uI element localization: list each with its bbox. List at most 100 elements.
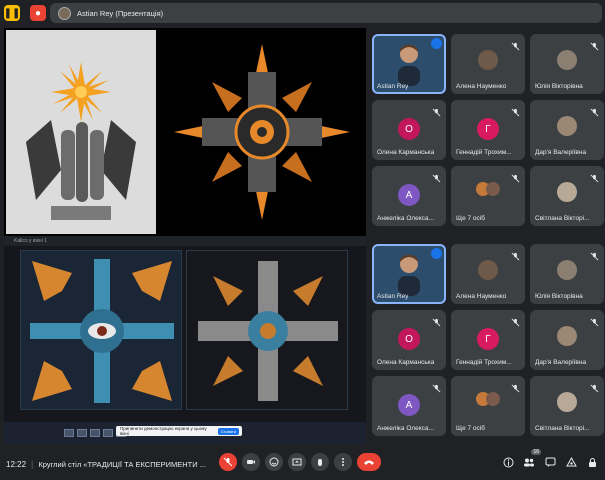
task-thumbnail[interactable] <box>90 429 100 437</box>
mic-off-icon <box>590 314 599 327</box>
mic-off-icon <box>432 104 441 117</box>
participant-tile[interactable]: Світлана Вікторі... <box>530 166 604 226</box>
mic-off-icon[interactable] <box>219 453 237 471</box>
presenter-label: Astian Rey (Презентація) <box>77 8 164 18</box>
mic-off-icon <box>590 38 599 51</box>
participant-tile[interactable]: Світлана Вікторі... <box>530 376 604 436</box>
hand-icon[interactable] <box>311 453 329 471</box>
participant-tile[interactable]: Дар'я Валеріївна <box>530 100 604 160</box>
participant-name: Astian Rey <box>377 83 409 90</box>
participant-name: Дар'я Валеріївна <box>535 359 587 366</box>
task-thumbnail[interactable] <box>77 429 87 437</box>
participant-name: Ще 7 осіб <box>456 425 485 432</box>
mic-off-icon <box>511 380 520 393</box>
participant-name: Дар'я Валеріївна <box>535 149 587 156</box>
mic-off-icon <box>432 380 441 393</box>
stop-recording-icon[interactable]: ● <box>30 5 46 21</box>
mic-off-icon <box>511 314 520 327</box>
participant-tile[interactable]: Astian Rey <box>372 244 446 304</box>
slide-top <box>4 28 366 234</box>
avatar <box>58 6 71 20</box>
sculpture-photo <box>6 30 156 234</box>
participant-tile[interactable]: Юлія Вікторівна <box>530 244 604 304</box>
chat-icon[interactable] <box>543 455 557 469</box>
participant-tile[interactable]: А Анжеліка Олекса... <box>372 376 446 436</box>
mandala-blue-panel <box>20 250 182 410</box>
present-icon[interactable] <box>288 453 306 471</box>
presenter-banner[interactable]: Astian Rey (Презентація) <box>50 3 602 23</box>
shared-screen: Kalico у вікні 1 Припинити демонстрацію … <box>4 236 366 444</box>
participant-name: Алена Науменко <box>456 293 507 300</box>
speaking-icon <box>431 248 442 259</box>
emoji-icon[interactable] <box>265 453 283 471</box>
notification-text: Припинити демонстрацію екрана у цьому ві… <box>120 426 207 436</box>
participant-name: Алена Науменко <box>456 83 507 90</box>
mandala-artwork <box>172 42 352 222</box>
top-bar: ❚❚ ● Astian Rey (Презентація) <box>0 0 605 26</box>
avatar: Г <box>477 328 499 350</box>
camera-icon[interactable] <box>242 453 260 471</box>
avatar <box>557 260 577 280</box>
meeting-title: Круглий стіл «ТРАДИЦІЇ ТА ЕКСПЕРИМЕНТИ .… <box>38 459 206 469</box>
mandala-gray-panel <box>186 250 348 410</box>
participant-name: Astian Rey <box>377 293 409 300</box>
task-thumbnail[interactable] <box>64 429 74 437</box>
avatar <box>557 182 577 202</box>
avatar <box>557 392 577 412</box>
participant-tile[interactable]: Г Геннадій Трохим... <box>451 100 525 160</box>
clock: 12:22 <box>6 459 27 469</box>
participants-count: 16 <box>531 449 541 455</box>
window-titlebar: Kalico у вікні 1 <box>4 236 366 246</box>
participant-name: Анжеліка Олекса... <box>377 425 434 432</box>
participant-video <box>398 44 420 86</box>
avatar <box>478 260 498 280</box>
participant-name: Ще 7 осіб <box>456 215 485 222</box>
participant-name: Світлана Вікторі... <box>535 215 590 222</box>
call-controls <box>219 453 381 471</box>
mic-off-icon <box>590 380 599 393</box>
people-icon[interactable]: 16 <box>522 449 541 469</box>
speaking-icon <box>431 38 442 49</box>
side-controls: 16 <box>501 449 599 469</box>
participant-tile[interactable]: Юлія Вікторівна <box>530 34 604 94</box>
mic-off-icon <box>590 104 599 117</box>
more-icon[interactable] <box>334 453 352 471</box>
participant-tile[interactable]: Г Геннадій Трохим... <box>451 310 525 370</box>
divider: | <box>31 459 34 469</box>
participant-video <box>398 254 420 296</box>
participant-tile[interactable]: Алена Науменко <box>451 244 525 304</box>
mic-off-icon <box>511 170 520 183</box>
participant-tile[interactable]: Ще 7 осіб <box>451 376 525 436</box>
end-call-icon[interactable] <box>357 453 381 471</box>
share-notification: Припинити демонстрацію екрана у цьому ві… <box>116 426 242 436</box>
mic-off-icon <box>590 248 599 261</box>
participant-tile[interactable]: Ще 7 осіб <box>451 166 525 226</box>
mic-off-icon <box>590 170 599 183</box>
avatar: Г <box>477 118 499 140</box>
task-thumbnail[interactable] <box>103 429 113 437</box>
participant-tile[interactable]: Алена Науменко <box>451 34 525 94</box>
avatar <box>557 50 577 70</box>
participant-name: Анжеліка Олекса... <box>377 215 434 222</box>
participant-name: Юлія Вікторівна <box>535 83 583 90</box>
participant-tile[interactable]: Дар'я Валеріївна <box>530 310 604 370</box>
pause-icon[interactable]: ❚❚ <box>4 5 20 21</box>
mic-off-icon <box>432 170 441 183</box>
presentation-stage[interactable]: Kalico у вікні 1 Припинити демонстрацію … <box>4 28 366 444</box>
avatar <box>478 50 498 70</box>
info-icon[interactable] <box>501 455 515 469</box>
lock-icon[interactable] <box>585 455 599 469</box>
participant-tile[interactable]: О Олена Карманська <box>372 100 446 160</box>
participant-tile[interactable]: О Олена Карманська <box>372 310 446 370</box>
avatar: А <box>398 394 420 416</box>
mic-off-icon <box>432 314 441 327</box>
participant-name: Олена Карманська <box>377 359 435 366</box>
activities-icon[interactable] <box>564 455 578 469</box>
participant-tile[interactable]: Astian Rey <box>372 34 446 94</box>
participant-tile[interactable]: А Анжеліка Олекса... <box>372 166 446 226</box>
bottom-bar: 12:22 | Круглий стіл «ТРАДИЦІЇ ТА ЕКСПЕР… <box>0 448 605 480</box>
mic-off-icon <box>511 104 520 117</box>
participant-name: Геннадій Трохим... <box>456 149 512 156</box>
hide-button[interactable]: Сховати <box>217 427 239 435</box>
avatar <box>557 326 577 346</box>
